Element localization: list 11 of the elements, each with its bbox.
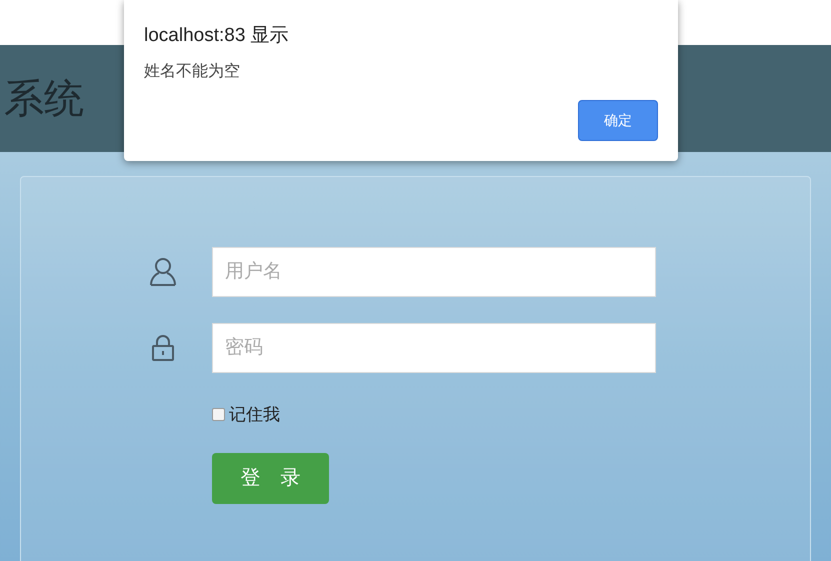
ok-button[interactable]: 确定	[578, 100, 658, 140]
login-button[interactable]: 登 录	[212, 452, 329, 504]
header-title: 系统	[3, 76, 84, 122]
dialog-title: localhost:83 显示	[144, 24, 290, 48]
password-field[interactable]: 密码	[212, 323, 656, 373]
username-field[interactable]: 用户名	[212, 247, 656, 297]
dialog-message: 姓名不能为空	[144, 62, 241, 82]
remember-checkbox[interactable]	[212, 408, 225, 422]
lock-icon	[149, 334, 177, 362]
user-icon	[149, 257, 177, 287]
remember-label: 记住我	[229, 404, 280, 426]
